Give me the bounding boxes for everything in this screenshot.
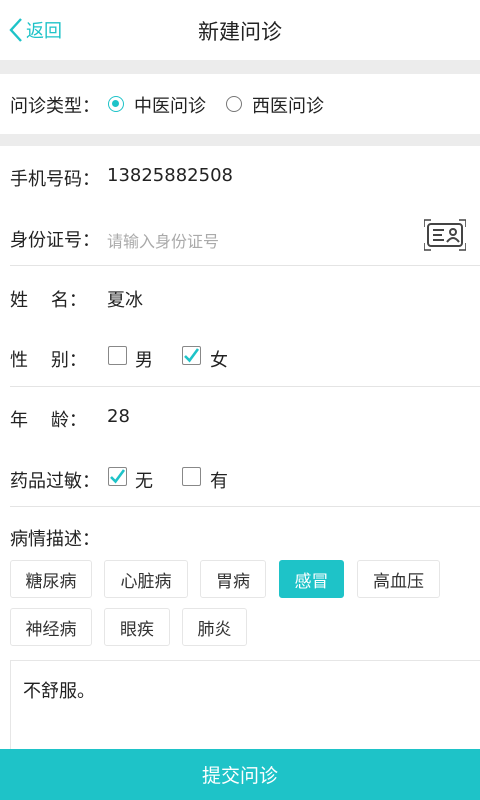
id-card-label: 身份证号： [10, 230, 100, 251]
tag-neuropathy[interactable]: 神经病 [10, 608, 92, 646]
id-card-scan-icon[interactable] [424, 219, 466, 251]
tag-pneumonia[interactable]: 肺炎 [182, 608, 247, 646]
tag-cold[interactable]: 感冒 [279, 560, 344, 598]
divider [10, 265, 480, 266]
phone-label: 手机号码： [10, 169, 100, 190]
gender-female-checkbox[interactable] [182, 346, 201, 365]
allergy-label: 药品过敏： [10, 471, 100, 492]
allergy-yes-label: 有 [210, 471, 228, 492]
tag-eye-disease[interactable]: 眼疾 [104, 608, 170, 646]
allergy-none-checkbox[interactable] [108, 467, 127, 486]
tag-heart-disease[interactable]: 心脏病 [104, 560, 188, 598]
consult-type-row: 问诊类型： 中医问诊 西医问诊 [0, 74, 480, 134]
condition-label: 病情描述： [10, 529, 100, 550]
radio-western[interactable] [226, 96, 242, 112]
check-icon [183, 347, 199, 362]
age-label: 年 龄： [10, 410, 87, 431]
age-value[interactable]: 28 [107, 406, 130, 427]
name-value[interactable]: 夏冰 [107, 286, 143, 312]
tag-stomach[interactable]: 胃病 [200, 560, 266, 598]
name-label: 姓 名： [10, 290, 87, 311]
gender-female-label: 女 [210, 350, 228, 371]
radio-western-label: 西医问诊 [252, 96, 324, 117]
separator [0, 134, 480, 146]
radio-tcm-label: 中医问诊 [134, 96, 206, 117]
phone-value[interactable]: 13825882508 [107, 165, 233, 186]
tag-hypertension[interactable]: 高血压 [357, 560, 440, 598]
consult-type-label: 问诊类型： [10, 96, 100, 117]
divider [10, 386, 480, 387]
tag-diabetes[interactable]: 糖尿病 [10, 560, 92, 598]
check-icon [109, 468, 125, 483]
radio-tcm[interactable] [108, 96, 124, 112]
id-card-input[interactable]: 请输入身份证号 [107, 228, 219, 252]
allergy-none-label: 无 [135, 471, 153, 492]
page-title: 新建问诊 [198, 20, 282, 44]
gender-male-checkbox[interactable] [108, 346, 127, 365]
nav-header: 返回 新建问诊 [0, 0, 480, 60]
gender-label: 性 别： [10, 350, 87, 371]
condition-description-textarea[interactable]: 不舒服。 [10, 660, 480, 750]
submit-button[interactable]: 提交问诊 [0, 749, 480, 800]
gender-male-label: 男 [135, 350, 153, 371]
divider [10, 506, 480, 507]
allergy-yes-checkbox[interactable] [182, 467, 201, 486]
separator [0, 60, 480, 74]
